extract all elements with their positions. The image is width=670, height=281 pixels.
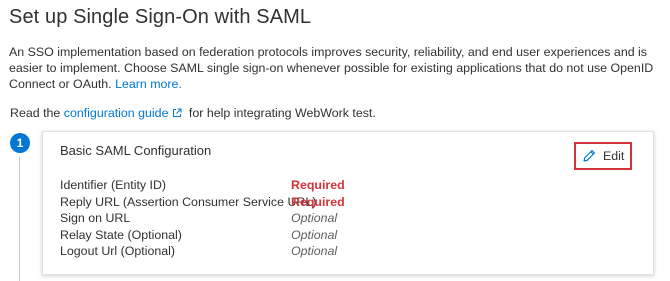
field-status: Required	[291, 194, 345, 209]
step-number-badge: 1	[10, 133, 30, 153]
guide-line: Read the configuration guide for help in…	[10, 106, 376, 121]
edit-button[interactable]: Edit	[574, 142, 632, 170]
page-title: Set up Single Sign-On with SAML	[9, 6, 312, 28]
field-name-identifier: Identifier (Entity ID)	[60, 178, 167, 192]
saml-fields-list: Identifier (Entity ID) Required Reply UR…	[60, 177, 345, 260]
field-row: Relay State (Optional) Optional	[60, 227, 345, 244]
step-connector-line	[19, 157, 20, 281]
guide-suffix: for help integrating WebWork test.	[188, 106, 376, 120]
intro-paragraph: An SSO implementation based on federatio…	[9, 44, 665, 92]
field-status: Optional	[291, 211, 338, 225]
field-row: Logout Url (Optional) Optional	[60, 243, 345, 260]
field-name-reply-url: Reply URL (Assertion Consumer Service UR…	[60, 194, 317, 209]
field-row: Identifier (Entity ID) Required	[60, 177, 345, 194]
field-status: Optional	[291, 227, 338, 242]
configuration-guide-link[interactable]: configuration guide	[64, 106, 169, 120]
field-name-sign-on-url: Sign on URL	[60, 211, 131, 225]
pencil-icon	[581, 148, 597, 164]
field-name-relay-state: Relay State (Optional)	[60, 227, 182, 242]
card-title: Basic SAML Configuration	[60, 143, 212, 158]
external-link-icon[interactable]	[172, 107, 182, 121]
field-row: Sign on URL Optional	[60, 210, 345, 227]
field-name-logout-url: Logout Url (Optional)	[60, 244, 176, 258]
basic-saml-config-card: Basic SAML Configuration Edit Identifier…	[42, 131, 654, 275]
field-status: Optional	[291, 244, 338, 258]
field-row: Reply URL (Assertion Consumer Service UR…	[60, 194, 345, 211]
field-status: Required	[291, 178, 345, 192]
learn-more-link[interactable]: Learn more.	[115, 77, 182, 91]
guide-prefix: Read the	[10, 106, 61, 120]
intro-text: An SSO implementation based on federatio…	[9, 45, 654, 91]
saml-sso-page: Set up Single Sign-On with SAML An SSO i…	[0, 0, 670, 281]
edit-label: Edit	[603, 149, 625, 163]
